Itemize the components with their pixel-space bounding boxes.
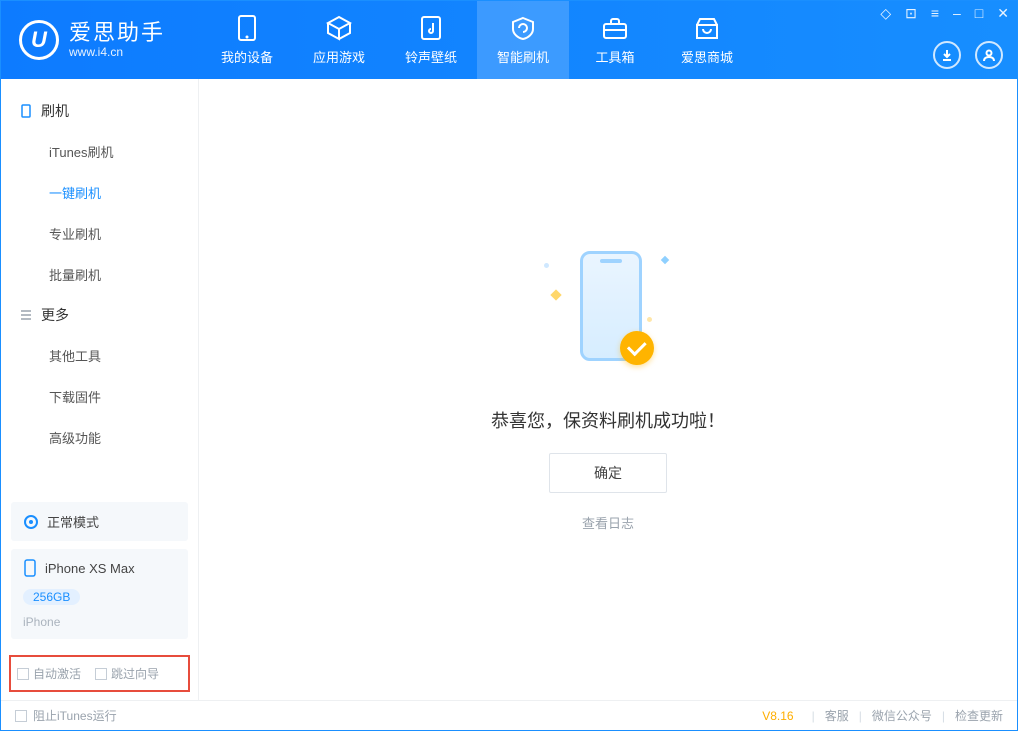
tab-apps[interactable]: 应用游戏 <box>293 1 385 79</box>
sidebar-item-oneclick-flash[interactable]: 一键刷机 <box>1 172 198 213</box>
checkbox-box-icon <box>95 668 107 680</box>
toolbox-icon <box>602 15 628 41</box>
store-icon <box>694 15 720 41</box>
tab-flash[interactable]: 智能刷机 <box>477 1 569 79</box>
close-icon[interactable]: ✕ <box>997 5 1009 22</box>
view-log-link[interactable]: 查看日志 <box>582 513 634 532</box>
sidebar-item-advanced[interactable]: 高级功能 <box>1 417 198 458</box>
ok-button[interactable]: 确定 <box>549 453 667 493</box>
auto-activate-label: 自动激活 <box>33 665 81 682</box>
bottom-options-highlight: 自动激活 跳过向导 <box>9 655 190 692</box>
maximize-icon[interactable]: □ <box>975 5 983 22</box>
window-controls: ◇ ⊡ ≡ – □ ✕ <box>880 5 1009 22</box>
sidebar-group-flash: 刷机 <box>1 91 198 131</box>
block-itunes-label: 阻止iTunes运行 <box>33 707 117 724</box>
device-small-icon <box>23 559 37 577</box>
logo-text: 爱思助手 www.i4.cn <box>69 21 165 59</box>
sidebar-scroll: 刷机 iTunes刷机 一键刷机 专业刷机 批量刷机 更多 其他工具 下载固件 … <box>1 79 198 502</box>
refresh-shield-icon <box>510 15 536 41</box>
device-type: iPhone <box>23 615 60 629</box>
checkbox-box-icon <box>15 710 27 722</box>
storage-badge: 256GB <box>23 589 80 605</box>
sidebar-item-itunes-flash[interactable]: iTunes刷机 <box>1 131 198 172</box>
tab-label: 我的设备 <box>221 47 273 66</box>
group-title: 更多 <box>41 305 69 325</box>
success-message: 恭喜您，保资料刷机成功啦！ <box>491 407 725 433</box>
skip-guide-checkbox[interactable]: 跳过向导 <box>95 665 159 682</box>
tab-label: 工具箱 <box>595 47 634 66</box>
main-content: 恭喜您，保资料刷机成功啦！ 确定 查看日志 <box>199 79 1017 700</box>
mode-icon <box>23 514 39 530</box>
menu-icon[interactable]: ≡ <box>931 5 939 22</box>
device-name: iPhone XS Max <box>45 561 135 576</box>
sidebar-item-download-firmware[interactable]: 下载固件 <box>1 376 198 417</box>
download-manager-button[interactable] <box>933 41 961 69</box>
app-header: U 爱思助手 www.i4.cn 我的设备 应用游戏 铃声壁纸 智能刷机 工具箱 <box>1 1 1017 79</box>
tab-label: 爱思商城 <box>681 47 733 66</box>
app-body: 刷机 iTunes刷机 一键刷机 专业刷机 批量刷机 更多 其他工具 下载固件 … <box>1 79 1017 700</box>
music-icon <box>418 15 444 41</box>
block-itunes-checkbox[interactable]: 阻止iTunes运行 <box>15 707 117 724</box>
list-icon <box>19 308 33 322</box>
success-illustration <box>538 247 678 387</box>
sidebar-cards: 正常模式 iPhone XS Max 256GB iPhone <box>1 502 198 651</box>
sidebar-item-pro-flash[interactable]: 专业刷机 <box>1 213 198 254</box>
tab-label: 智能刷机 <box>497 47 549 66</box>
logo-block: U 爱思助手 www.i4.cn <box>1 20 201 60</box>
version-label: V8.16 <box>762 709 793 723</box>
logo-en: www.i4.cn <box>69 45 165 59</box>
sidebar-group-more: 更多 <box>1 295 198 335</box>
feedback-icon[interactable]: ⊡ <box>905 5 917 22</box>
account-button[interactable] <box>975 41 1003 69</box>
skip-guide-label: 跳过向导 <box>111 665 159 682</box>
footer-link-support[interactable]: 客服 <box>825 707 849 724</box>
device-card[interactable]: iPhone XS Max 256GB iPhone <box>11 549 188 639</box>
logo-icon: U <box>19 20 59 60</box>
minimize-icon[interactable]: – <box>953 5 961 22</box>
phone-small-icon <box>19 104 33 118</box>
footer-link-update[interactable]: 检查更新 <box>955 707 1003 724</box>
mode-label: 正常模式 <box>47 512 99 531</box>
sidebar-item-batch-flash[interactable]: 批量刷机 <box>1 254 198 295</box>
checkbox-box-icon <box>17 668 29 680</box>
footer-link-wechat[interactable]: 微信公众号 <box>872 707 932 724</box>
tab-store[interactable]: 爱思商城 <box>661 1 753 79</box>
logo-cn: 爱思助手 <box>69 21 165 45</box>
check-badge-icon <box>620 331 654 365</box>
tab-label: 应用游戏 <box>313 47 365 66</box>
sidebar-item-other-tools[interactable]: 其他工具 <box>1 335 198 376</box>
tab-label: 铃声壁纸 <box>405 47 457 66</box>
footer: 阻止iTunes运行 V8.16 | 客服 | 微信公众号 | 检查更新 <box>1 700 1017 730</box>
header-actions <box>933 41 1003 69</box>
skin-icon[interactable]: ◇ <box>880 5 891 22</box>
tab-ringtones[interactable]: 铃声壁纸 <box>385 1 477 79</box>
device-icon <box>234 15 260 41</box>
mode-card[interactable]: 正常模式 <box>11 502 188 541</box>
sidebar: 刷机 iTunes刷机 一键刷机 专业刷机 批量刷机 更多 其他工具 下载固件 … <box>1 79 199 700</box>
cube-icon <box>326 15 352 41</box>
tab-toolbox[interactable]: 工具箱 <box>569 1 661 79</box>
group-title: 刷机 <box>41 101 69 121</box>
auto-activate-checkbox[interactable]: 自动激活 <box>17 665 81 682</box>
header-tabs: 我的设备 应用游戏 铃声壁纸 智能刷机 工具箱 爱思商城 <box>201 1 753 79</box>
footer-right: V8.16 | 客服 | 微信公众号 | 检查更新 <box>762 707 1003 724</box>
tab-my-device[interactable]: 我的设备 <box>201 1 293 79</box>
